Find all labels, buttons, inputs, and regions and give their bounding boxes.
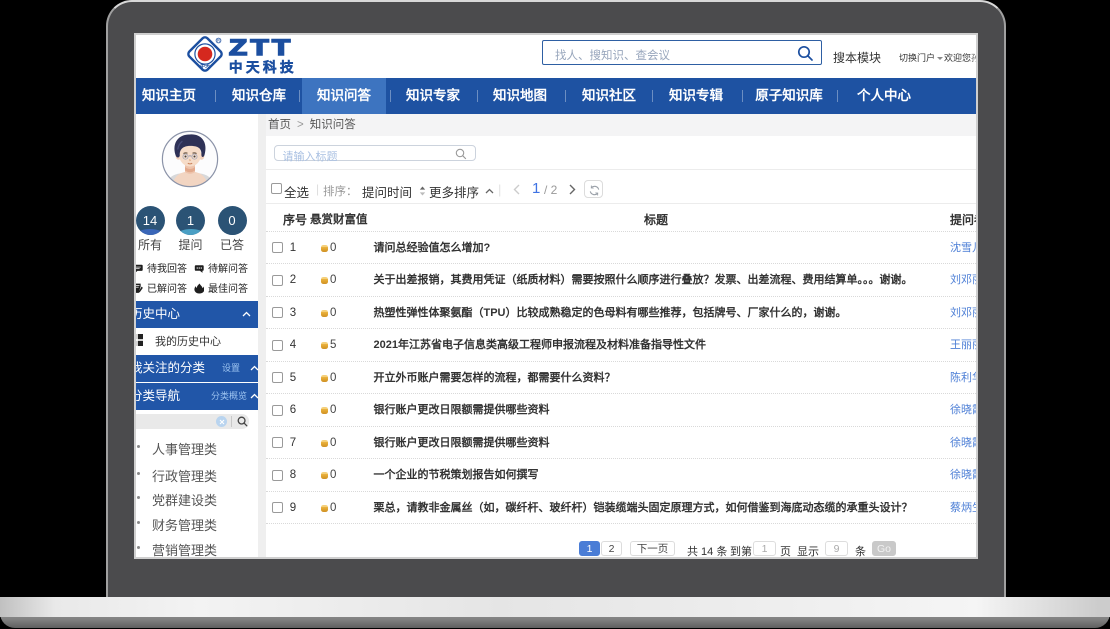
svg-text:中天: 中天 — [200, 63, 210, 70]
svg-text:R: R — [217, 38, 220, 43]
